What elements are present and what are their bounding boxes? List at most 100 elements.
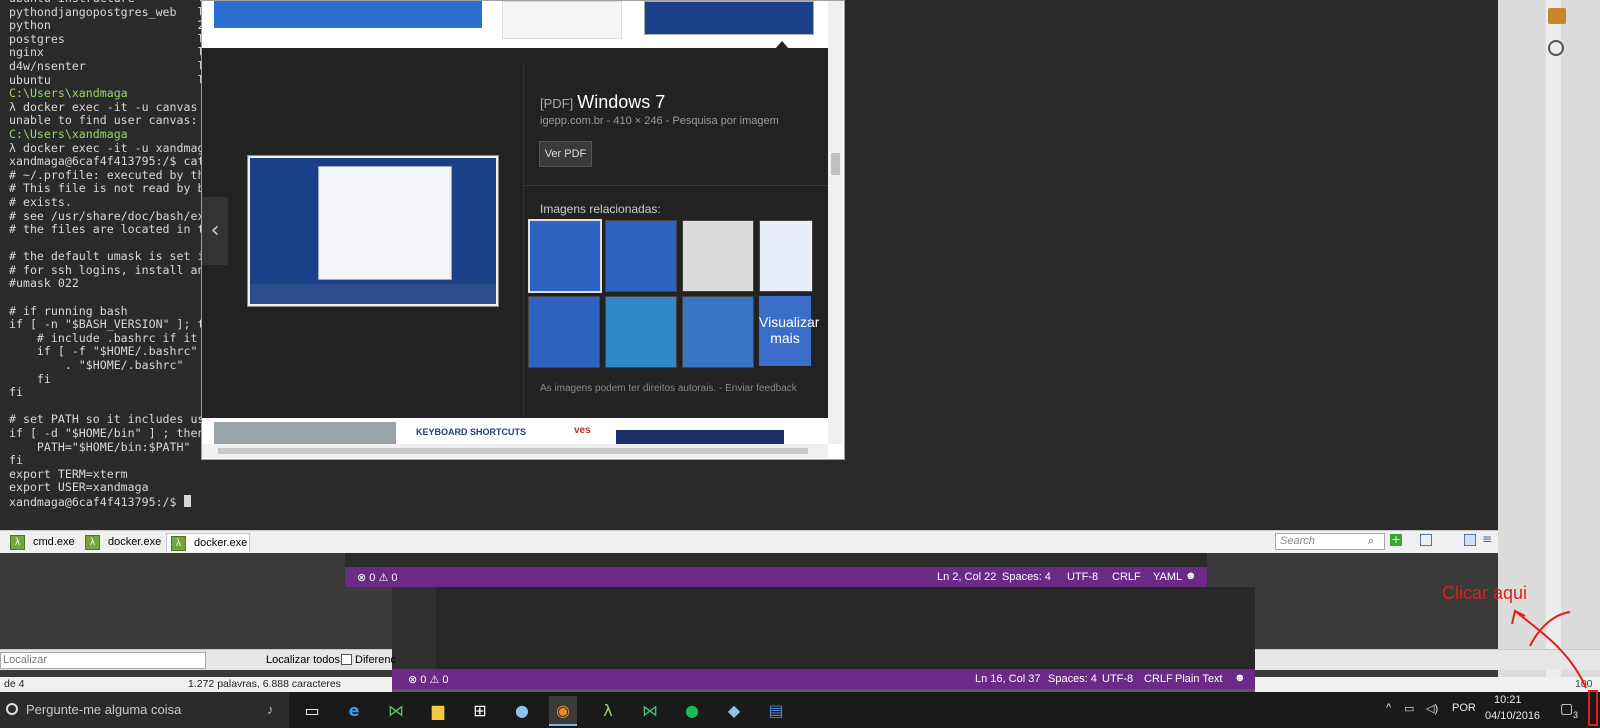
- edge-icon[interactable]: e: [340, 696, 368, 724]
- terminal-line: if [ -n "$BASH_VERSION" ]; t: [9, 317, 205, 332]
- cmder-icon[interactable]: λ: [594, 696, 622, 724]
- preview-image[interactable]: [248, 156, 498, 306]
- action-center-icon[interactable]: ▢: [1560, 700, 1573, 717]
- editor-upper-pane[interactable]: [345, 552, 1207, 567]
- copyright-footer[interactable]: As imagens podem ter direitos autorais. …: [540, 383, 797, 394]
- terminal-line: # ~/.profile: executed by th: [9, 167, 205, 182]
- cortana-search-box[interactable]: Pergunte-me alguma coisa ♪: [0, 692, 289, 728]
- related-image[interactable]: [682, 296, 754, 368]
- lambda-icon: λ: [10, 534, 25, 550]
- error-warning-count[interactable]: ⊗ 0 ⚠ 0: [408, 673, 448, 686]
- briefcase-icon[interactable]: [1548, 8, 1566, 24]
- terminal-line: unable to find user canvas:: [9, 113, 198, 128]
- cursor-position[interactable]: Ln 2, Col 22: [937, 571, 996, 583]
- cortana-icon: [6, 703, 18, 715]
- spotify-icon[interactable]: ●: [678, 696, 706, 724]
- search-icon[interactable]: ⌕: [1368, 534, 1374, 548]
- terminal-line: python 2: [9, 18, 205, 33]
- annotation-highlight-box: [1588, 690, 1598, 726]
- file-explorer-icon[interactable]: ▆: [424, 696, 452, 724]
- docker-icon[interactable]: ◆: [720, 696, 748, 724]
- menu-icon[interactable]: ≡: [1482, 532, 1492, 546]
- cortana-search-placeholder: Pergunte-me alguma coisa: [26, 702, 182, 717]
- scroll-thumb[interactable]: [831, 153, 840, 175]
- clock-time[interactable]: 10:21: [1494, 694, 1522, 706]
- lambda-icon: λ: [171, 535, 186, 551]
- view-more-button[interactable]: Visualizar mais: [759, 296, 819, 366]
- volume-icon[interactable]: ◁): [1426, 702, 1438, 715]
- word-icon[interactable]: ▤: [762, 696, 790, 724]
- related-image[interactable]: [528, 219, 602, 293]
- related-image[interactable]: [682, 220, 754, 292]
- tray-chevron-icon[interactable]: ^: [1386, 702, 1391, 714]
- results-strip: KEYBOARD SHORTCUTS ves: [202, 418, 828, 444]
- thumbnail[interactable]: [616, 430, 784, 444]
- related-image[interactable]: [759, 220, 813, 292]
- diff-label: Diferenc: [355, 654, 396, 666]
- compass-icon[interactable]: [1548, 40, 1564, 56]
- terminal-line: export USER=xandmaga: [9, 480, 149, 495]
- language-indicator[interactable]: POR: [1452, 702, 1476, 714]
- result-title[interactable]: [PDF] Windows 7: [540, 92, 665, 113]
- related-images-title: Imagens relacionadas:: [540, 202, 661, 216]
- file-encoding[interactable]: UTF-8: [1102, 673, 1133, 685]
- thumbnail[interactable]: [214, 422, 396, 444]
- vscode-icon[interactable]: ⋈: [636, 696, 664, 724]
- smiley-icon[interactable]: ☻: [1185, 570, 1197, 582]
- error-warning-count[interactable]: ⊗ 0 ⚠ 0: [357, 571, 397, 584]
- page-indicator[interactable]: de 4: [4, 678, 24, 690]
- vertical-scrollbar[interactable]: [1546, 0, 1561, 690]
- related-image[interactable]: [605, 296, 677, 368]
- find-all-button[interactable]: Localizar todos: [266, 654, 340, 666]
- microphone-icon[interactable]: ♪: [267, 692, 274, 728]
- popup-horizontal-scrollbar[interactable]: [202, 444, 828, 458]
- tab-docker-2[interactable]: λ docker.exe: [166, 533, 250, 552]
- file-encoding[interactable]: UTF-8: [1067, 571, 1098, 583]
- previous-arrow-icon[interactable]: ‹: [202, 197, 228, 265]
- remote-icon[interactable]: ●: [508, 696, 536, 724]
- editor-lower-pane[interactable]: [392, 587, 1255, 669]
- firefox-icon[interactable]: ◉: [549, 696, 577, 726]
- visual-studio-icon[interactable]: ⋈: [382, 696, 410, 724]
- start-menu-graphic: [318, 166, 452, 280]
- tab-docker-1[interactable]: λ docker.exe: [85, 533, 165, 551]
- cursor-position[interactable]: Ln 16, Col 37: [975, 673, 1040, 685]
- terminal-line: λ docker exec -it -u canvas: [9, 99, 198, 114]
- result-meta[interactable]: igepp.com.br - 410 × 246 - Pesquisa por …: [540, 115, 779, 127]
- grammar-selector[interactable]: YAML: [1153, 571, 1182, 583]
- grammar-selector[interactable]: Plain Text: [1175, 673, 1223, 685]
- new-tab-icon[interactable]: +: [1390, 534, 1402, 546]
- terminal-line: C:\Users\xandmaga: [9, 86, 128, 101]
- preview-panel: ‹ [PDF] Windows 7 igepp.com.br - 410 × 24…: [202, 48, 828, 418]
- keyboard-shortcuts-label[interactable]: KEYBOARD SHORTCUTS: [416, 427, 526, 437]
- indent-spaces[interactable]: Spaces: 4: [1048, 673, 1097, 685]
- diff-checkbox[interactable]: [341, 654, 352, 665]
- word-count[interactable]: 1.272 palavras, 6.888 caracteres: [188, 678, 341, 690]
- scroll-thumb[interactable]: [218, 448, 808, 454]
- layout-icon[interactable]: [1464, 534, 1476, 546]
- split-icon[interactable]: [1420, 534, 1432, 546]
- find-input[interactable]: Localizar: [0, 652, 206, 669]
- terminal-line: export TERM=xterm: [9, 466, 128, 481]
- editor-status-bar: ⊗ 0 ⚠ 0 Ln 2, Col 22 Spaces: 4 UTF-8 CRL…: [345, 567, 1207, 587]
- related-image[interactable]: [528, 296, 600, 368]
- popup-vertical-scrollbar[interactable]: [828, 1, 843, 444]
- thumbnail[interactable]: [502, 1, 622, 39]
- indent-spaces[interactable]: Spaces: 4: [1002, 571, 1051, 583]
- network-icon[interactable]: ▭: [1404, 702, 1414, 715]
- thumbnail-selected[interactable]: [644, 1, 814, 35]
- line-ending[interactable]: CRLF: [1144, 673, 1173, 685]
- smiley-icon[interactable]: ☻: [1234, 672, 1246, 684]
- task-view-icon[interactable]: ▭: [298, 696, 326, 724]
- notification-count: 3: [1573, 710, 1579, 720]
- store-icon[interactable]: ⊞: [466, 696, 494, 724]
- terminal-line: if [ -f "$HOME/.bashrc": [9, 344, 198, 359]
- view-pdf-button[interactable]: Ver PDF: [539, 141, 592, 167]
- tab-cmd[interactable]: λ cmd.exe: [10, 533, 80, 551]
- taskbar-graphic: [250, 284, 496, 304]
- line-ending[interactable]: CRLF: [1112, 571, 1141, 583]
- windows-taskbar: Pergunte-me alguma coisa ♪ ▭ e ⋈ ▆ ⊞ ● ◉…: [0, 692, 1600, 728]
- related-image[interactable]: [605, 220, 677, 292]
- clock-date[interactable]: 04/10/2016: [1485, 710, 1540, 722]
- thumbnail[interactable]: [214, 1, 482, 28]
